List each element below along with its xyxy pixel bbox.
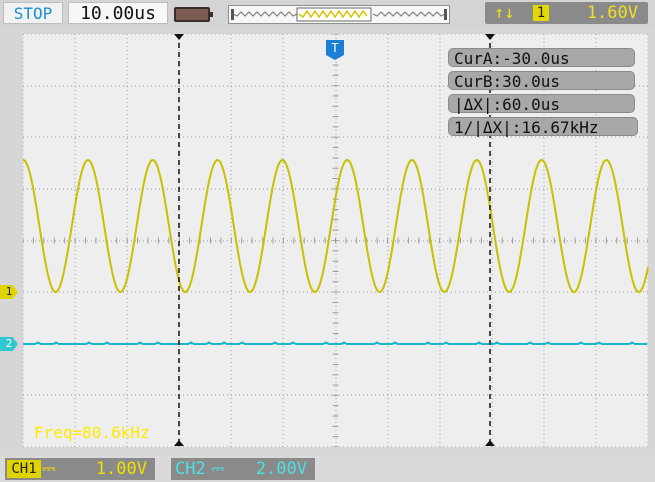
cursor-b-top-arrow [485, 34, 495, 40]
bottom-channel-bar: CH1 ⎓ 1.00V CH2 ⎓ 2.00V [0, 455, 655, 482]
inverse-delta-x-readout: 1/|ΔX|:16.67kHz [448, 117, 638, 137]
ch1-scale: 1.00V [95, 459, 147, 479]
cursor-a-readout: CurA:-30.0us [448, 48, 635, 68]
ch2-trace [23, 341, 647, 345]
frequency-measurement: Freq=80.6kHz [34, 423, 150, 442]
cursor-b-bottom-arrow [485, 440, 495, 446]
oscilloscope-screen: STOP 10.00us ↑↓ 1 1.60V T 1 2 CurA:-30.0… [0, 0, 655, 482]
delta-x-readout: |ΔX|:60.0us [448, 94, 635, 114]
ch2-settings[interactable]: CH2 ⎓ 2.00V [171, 458, 315, 480]
ch2-coupling-icon: ⎓ [211, 459, 225, 479]
ch1-trace [22, 158, 649, 294]
ch2-scale: 2.00V [255, 459, 307, 479]
cursor-b-readout: CurB:30.0us [448, 71, 635, 91]
ch2-tag: CH2 [175, 459, 206, 479]
ch1-coupling-icon: ⎓ [42, 459, 56, 479]
ch1-settings[interactable]: CH1 ⎓ 1.00V [5, 458, 155, 480]
ch1-tag: CH1 [7, 460, 41, 478]
cursor-a-bottom-arrow [174, 440, 184, 446]
cursor-a-top-arrow [174, 34, 184, 40]
